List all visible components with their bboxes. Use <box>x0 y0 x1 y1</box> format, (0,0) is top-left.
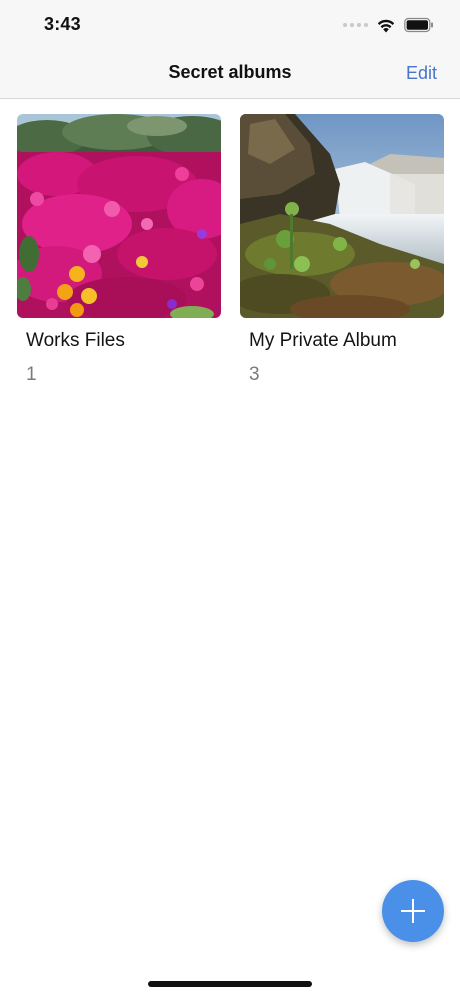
status-time: 3:43 <box>44 14 81 34</box>
album-card-my-private-album[interactable]: My Private Album 3 <box>240 114 444 385</box>
album-title: My Private Album <box>249 330 397 351</box>
album-count: 3 <box>249 364 260 385</box>
album-card-works-files[interactable]: Works Files 1 <box>17 114 221 385</box>
navigation-bar: Secret albums Edit <box>0 48 460 99</box>
wifi-icon <box>377 19 395 33</box>
edit-button[interactable]: Edit <box>406 63 437 84</box>
album-count: 1 <box>26 364 37 385</box>
status-bar: 3:43 <box>0 0 460 48</box>
album-title: Works Files <box>26 330 125 351</box>
plus-icon <box>401 899 425 923</box>
status-icons <box>343 16 434 34</box>
signal-dots-icon <box>343 23 368 27</box>
home-indicator[interactable] <box>148 981 312 987</box>
page-title: Secret albums <box>168 62 292 82</box>
album-thumbnail-waterfall[interactable] <box>240 114 444 318</box>
add-album-button[interactable] <box>382 880 444 942</box>
album-thumbnail-flowers[interactable] <box>17 114 221 318</box>
battery-icon <box>404 17 433 33</box>
